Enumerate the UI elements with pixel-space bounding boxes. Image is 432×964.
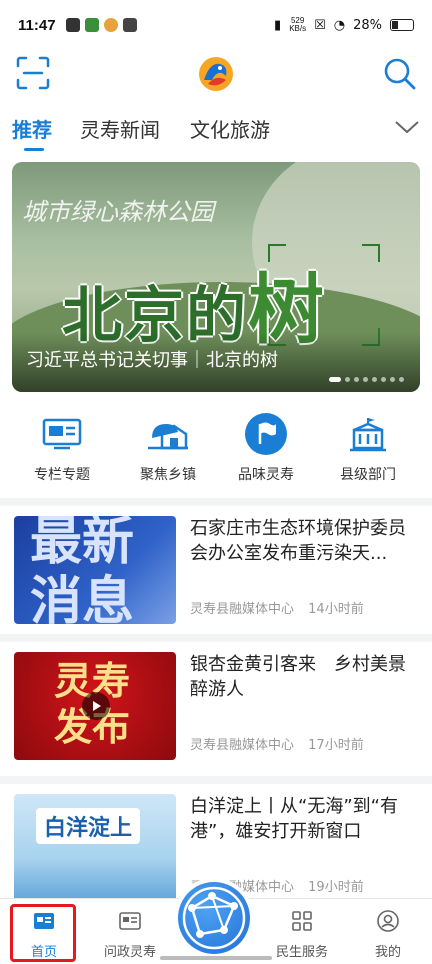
flag-icon xyxy=(244,412,288,456)
notification-icon xyxy=(65,18,80,32)
carousel-dots xyxy=(329,377,404,382)
status-bar: 11:47 ▮ 529 KB/s ☒ ◔ 28% xyxy=(0,0,432,50)
featured-banner[interactable]: 城市绿心森林公园 北京的树 习近平总书记关切事｜北京的树 xyxy=(12,162,420,392)
news-thumbnail: 白洋淀上 xyxy=(14,794,176,902)
thumbnail-text: 最新消息 xyxy=(30,516,135,624)
center-globe-button[interactable] xyxy=(178,882,250,954)
tab-recommend[interactable]: 推荐 xyxy=(12,114,52,143)
news-title: 白洋淀上丨从“无海”到“有港”，雄安打开新窗口 xyxy=(190,796,398,842)
section-divider xyxy=(0,634,432,642)
carousel-dot[interactable] xyxy=(329,377,341,382)
nav-mine[interactable]: 我的 xyxy=(348,909,428,960)
carousel-dot[interactable] xyxy=(381,377,386,382)
nav-label: 我的 xyxy=(374,945,401,960)
section-divider xyxy=(0,776,432,784)
quick-link-department[interactable]: 县级部门 xyxy=(320,412,416,484)
news-meta: 灵寿县融媒体中心 14小时前 xyxy=(190,598,374,617)
top-bar xyxy=(0,50,432,100)
notification-icon xyxy=(84,18,99,32)
news-item[interactable]: 最新消息 石家庄市生态环境保护委员会办公室发布重污染天... 灵寿县融媒体中心 … xyxy=(0,506,432,632)
vibrate-icon: ▮ xyxy=(274,17,282,33)
banner-script-text: 城市绿心森林公园 xyxy=(22,198,214,226)
nav-label: 民生服务 xyxy=(275,945,328,960)
news-time: 17小时前 xyxy=(308,738,364,753)
quick-link-column[interactable]: 专栏专题 xyxy=(14,412,110,484)
quick-link-label: 县级部门 xyxy=(340,467,396,483)
news-time: 19小时前 xyxy=(308,880,364,895)
tab-lingshou-news[interactable]: 灵寿新闻 xyxy=(80,114,160,143)
carousel-dot[interactable] xyxy=(363,377,368,382)
network-globe-icon xyxy=(182,886,246,950)
grid-icon xyxy=(292,911,312,931)
section-divider xyxy=(0,498,432,506)
status-right: ▮ 529 KB/s ☒ ◔ 28% xyxy=(274,17,414,33)
news-title: 银杏金黄引客来 乡村美景醉游人 xyxy=(190,654,406,700)
carousel-dot[interactable] xyxy=(354,377,359,382)
quick-link-town[interactable]: 聚焦乡镇 xyxy=(120,412,216,484)
news-item[interactable]: 灵寿发布 银杏金黄引客来 乡村美景醉游人 灵寿县融媒体中心 17小时前 xyxy=(0,642,432,768)
nav-label: 问政灵寿 xyxy=(103,945,156,960)
category-tabs: 推荐 灵寿新闻 文化旅游 xyxy=(0,108,432,154)
play-icon[interactable] xyxy=(82,692,110,720)
town-icon xyxy=(146,412,190,456)
government-building-icon xyxy=(346,412,390,456)
news-source: 灵寿县融媒体中心 xyxy=(190,738,295,753)
carousel-dot[interactable] xyxy=(399,377,404,382)
tab-culture-tourism[interactable]: 文化旅游 xyxy=(190,114,270,143)
news-time: 14小时前 xyxy=(308,602,364,617)
chevron-down-icon[interactable] xyxy=(394,118,420,136)
quick-link-lingshou[interactable]: 品味灵寿 xyxy=(218,412,314,484)
battery-text: 28% xyxy=(353,17,382,33)
carousel-dot[interactable] xyxy=(345,377,350,382)
user-icon xyxy=(377,910,399,932)
net-speed-unit: KB/s xyxy=(289,24,307,33)
carousel-dot[interactable] xyxy=(372,377,377,382)
active-tab-indicator xyxy=(24,148,44,151)
quick-link-label: 专栏专题 xyxy=(34,467,90,483)
thumbnail-text: 白洋淀上 xyxy=(36,808,141,844)
nav-wenzheng[interactable]: 问政灵寿 xyxy=(90,909,170,960)
search-icon[interactable] xyxy=(382,56,418,92)
carousel-dot[interactable] xyxy=(390,377,395,382)
wifi-icon: ◔ xyxy=(333,17,346,33)
notification-icons xyxy=(65,18,137,32)
app-logo xyxy=(199,57,233,91)
home-tab-highlight xyxy=(10,904,76,962)
news-thumbnail: 最新消息 xyxy=(14,516,176,624)
quick-links: 专栏专题 聚焦乡镇 品味灵寿 县级部门 xyxy=(0,412,432,492)
net-speed: 529 KB/s xyxy=(289,17,306,33)
sim-icon: ☒ xyxy=(314,17,326,33)
gesture-bar[interactable] xyxy=(160,956,272,960)
news-source: 灵寿县融媒体中心 xyxy=(190,602,295,617)
news-meta: 灵寿县融媒体中心 17小时前 xyxy=(190,734,374,753)
news-title: 石家庄市生态环境保护委员会办公室发布重污染天... xyxy=(190,518,406,564)
battery-icon xyxy=(390,19,414,31)
nav-services[interactable]: 民生服务 xyxy=(262,909,342,960)
column-icon xyxy=(40,412,84,456)
news-thumbnail: 灵寿发布 xyxy=(14,652,176,760)
scan-icon[interactable] xyxy=(16,56,50,90)
banner-caption: 习近平总书记关切事｜北京的树 xyxy=(12,332,420,392)
notification-icon xyxy=(103,18,118,32)
status-time: 11:47 xyxy=(18,16,56,34)
banner-caption-text: 习近平总书记关切事｜北京的树 xyxy=(26,350,278,371)
newspaper-icon xyxy=(119,912,141,930)
notification-icon xyxy=(122,18,137,32)
frame-corner xyxy=(362,244,380,262)
quick-link-label: 聚焦乡镇 xyxy=(140,467,196,483)
quick-link-label: 品味灵寿 xyxy=(238,467,294,483)
